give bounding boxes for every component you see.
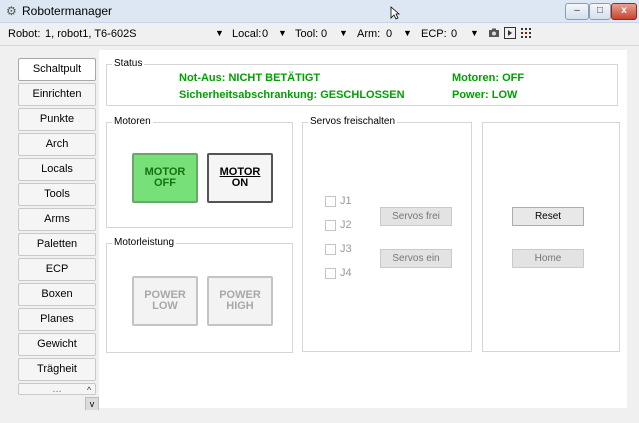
power-status: Power: LOW [452,89,518,101]
robot-label: Robot: [8,28,41,40]
actions-group: Reset Home [482,122,620,352]
sidebar-nav: Schaltpult Einrichten Punkte Arch Locals… [18,58,96,397]
servo-j2-checkbox[interactable]: J2 [325,219,352,231]
power-low-line2: LOW [152,300,178,312]
motor-on-button[interactable]: MOTOR ON [207,153,273,203]
nav-item-partial[interactable]: ... [18,383,96,395]
motoren-group-label: Motoren [112,116,153,127]
nav-item-gewicht[interactable]: Gewicht [18,333,96,356]
motor-off-button[interactable]: MOTOR OFF [132,153,198,203]
status-group-label: Status [112,58,145,69]
power-high-button[interactable]: POWER HIGH [207,276,273,326]
motorleistung-group-label: Motorleistung [112,237,177,248]
robot-dropdown-icon[interactable]: ▼ [215,28,224,38]
tool-label: Tool: [295,28,319,40]
nav-item-tools[interactable]: Tools [18,183,96,206]
motorleistung-group: Motorleistung POWER LOW POWER HIGH [106,237,293,353]
nav-item-einrichten[interactable]: Einrichten [18,83,96,106]
servo-j2-label: J2 [340,219,352,231]
tool-dropdown-icon[interactable]: ▼ [339,28,348,38]
servos-group-label: Servos freischalten [308,116,398,127]
run-window-icon[interactable] [504,27,516,39]
power-high-line2: HIGH [226,300,254,312]
nav-item-ecp[interactable]: ECP [18,258,96,281]
nav-scroll-up-icon[interactable]: ^ [87,385,91,395]
servo-j1-checkbox[interactable]: J1 [325,195,352,207]
nav-item-locals[interactable]: Locals [18,158,96,181]
tool-select[interactable]: 0 [321,28,327,40]
motor-on-line2: ON [231,177,249,189]
local-dropdown-icon[interactable]: ▼ [278,28,287,38]
ecp-label: ECP: [421,28,447,40]
minimize-button[interactable]: – [565,3,589,20]
local-label: Local: [232,28,262,40]
motoren-status: Motoren: OFF [452,72,525,84]
close-button[interactable]: x [611,3,637,20]
toolbar: Robot: 1, robot1, T6-602S ▼ Local: 0 ▼ T… [0,23,639,46]
robot-select[interactable]: 1, robot1, T6-602S [45,28,137,40]
nav-item-boxen[interactable]: Boxen [18,283,96,306]
schaltpult-panel: Status Not-Aus: NICHT BETÄTIGT Sicherhei… [99,50,627,408]
ecp-dropdown-icon[interactable]: ▼ [470,28,479,38]
nav-item-schaltpult[interactable]: Schaltpult [18,58,96,81]
local-select[interactable]: 0 [262,28,268,40]
motoren-group: Motoren MOTOR OFF MOTOR ON [106,116,293,228]
nav-item-punkte[interactable]: Punkte [18,108,96,131]
status-group: Status Not-Aus: NICHT BETÄTIGT Sicherhei… [106,58,618,106]
nav-item-arms[interactable]: Arms [18,208,96,231]
ecp-select[interactable]: 0 [451,28,457,40]
servo-j3-label: J3 [340,243,352,255]
status-bar [0,410,639,423]
nav-item-traegheit[interactable]: Trägheit [18,358,96,381]
servos-group: Servos freischalten J1 J2 J3 J4 Servos f… [302,116,472,352]
servo-j1-label: J1 [340,195,352,207]
servos-frei-button[interactable]: Servos frei [380,207,452,226]
nav-item-planes[interactable]: Planes [18,308,96,331]
servos-ein-button[interactable]: Servos ein [380,249,452,268]
servo-j4-checkbox[interactable]: J4 [325,267,352,279]
arm-dropdown-icon[interactable]: ▼ [403,28,412,38]
nav-scroll-down-icon[interactable]: v [85,397,99,411]
reset-button[interactable]: Reset [512,207,584,226]
not-aus-status: Not-Aus: NICHT BETÄTIGT [179,72,321,84]
robot-app-icon: ⚙ [6,4,17,18]
arm-label: Arm: [357,28,381,40]
title-bar: ⚙ Robotermanager – □ x [0,0,639,23]
home-button[interactable]: Home [512,249,584,268]
nav-item-arch[interactable]: Arch [18,133,96,156]
sicherheit-status: Sicherheitsabschrankung: GESCHLOSSEN [179,89,405,101]
maximize-button[interactable]: □ [589,3,611,20]
nav-item-paletten[interactable]: Paletten [18,233,96,256]
power-low-button[interactable]: POWER LOW [132,276,198,326]
motor-off-line2: OFF [154,177,176,189]
mouse-cursor-icon [390,6,400,20]
window-title: Robotermanager [22,4,113,18]
servo-j4-label: J4 [340,267,352,279]
servo-j3-checkbox[interactable]: J3 [325,243,352,255]
camera-icon[interactable] [488,27,500,39]
robotermanager-window: ⚙ Robotermanager – □ x Robot: 1, robot1,… [0,0,639,423]
io-monitor-icon[interactable] [520,27,532,39]
arm-select[interactable]: 0 [386,28,392,40]
